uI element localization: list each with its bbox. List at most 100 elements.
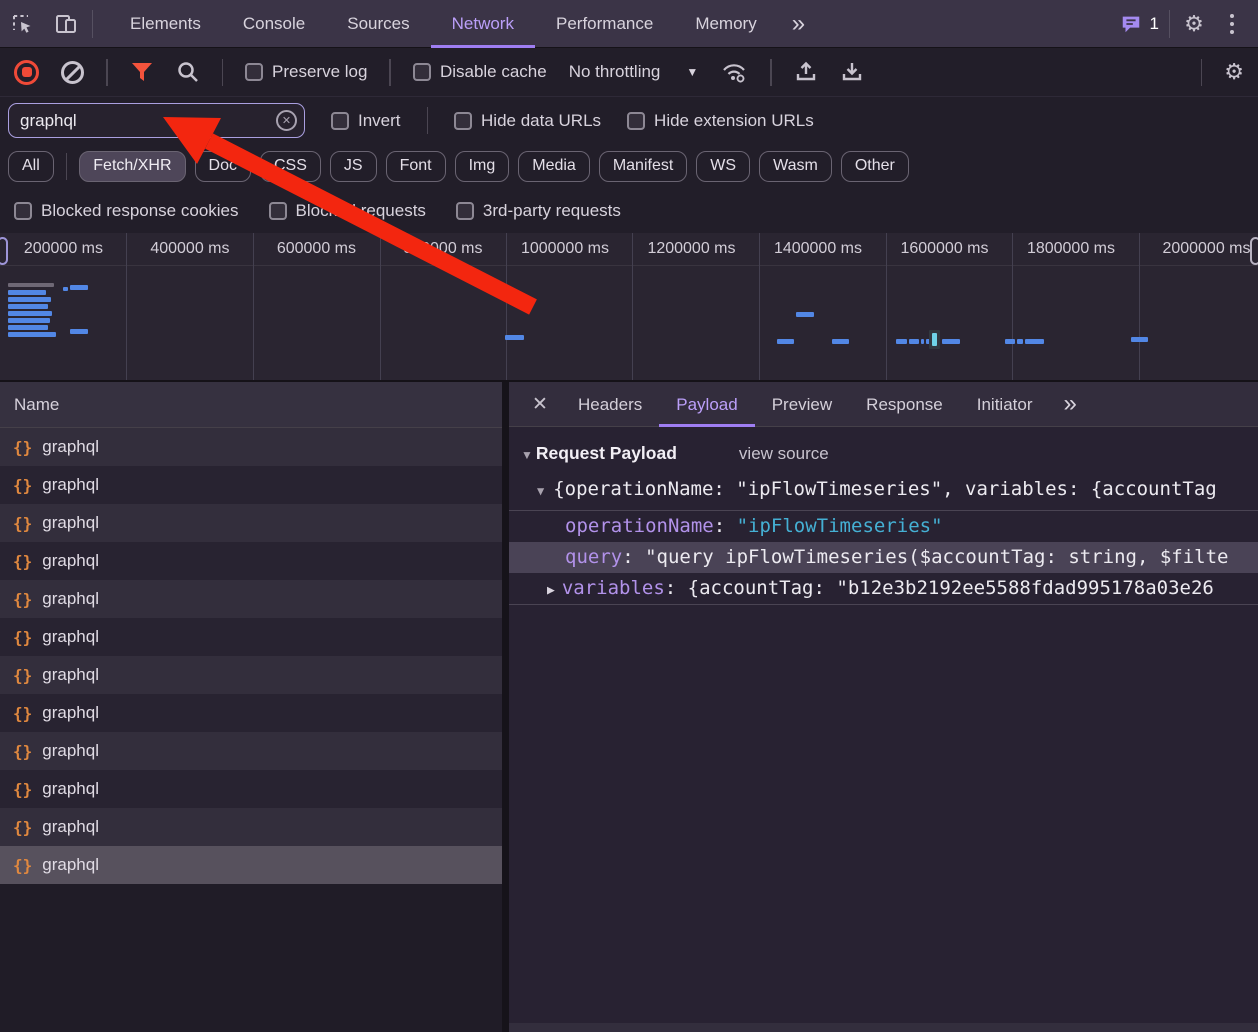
export-har-icon[interactable] [840,48,864,96]
network-conditions-icon[interactable] [720,48,748,96]
request-name: graphql [42,627,99,647]
timeline-tick-label: 200000 ms [0,233,103,265]
chip-wasm[interactable]: Wasm [759,151,832,182]
checkbox[interactable] [456,202,474,220]
json-braces-icon: {} [13,856,32,875]
network-settings-gear-icon[interactable]: ⚙ [1224,48,1244,96]
filter-funnel-icon[interactable] [130,48,154,96]
chip-fetch-xhr[interactable]: Fetch/XHR [79,151,185,182]
expand-triangle-icon[interactable]: ▼ [537,484,544,498]
close-icon[interactable]: ✕ [519,393,561,416]
chip-js[interactable]: JS [330,151,377,182]
request-row[interactable]: {}graphql [0,504,502,542]
detail-tab-headers[interactable]: Headers [561,382,659,427]
invert-checkbox[interactable]: Invert [331,111,401,131]
view-source-link[interactable]: view source [739,444,829,464]
kebab-menu-icon[interactable] [1214,14,1250,34]
more-detail-tabs-icon[interactable]: » [1049,382,1090,426]
tab-console[interactable]: Console [222,0,326,48]
request-row[interactable]: {}graphql [0,846,502,884]
chip-all[interactable]: All [8,151,54,182]
name-column-header[interactable]: Name [0,382,502,428]
request-row[interactable]: {}graphql [0,656,502,694]
panel-resize-handle[interactable] [502,382,509,1032]
chip-css[interactable]: CSS [260,151,321,182]
clear-filter-icon[interactable]: ✕ [276,110,297,131]
chip-media[interactable]: Media [518,151,590,182]
search-icon[interactable] [176,48,200,96]
inspect-element-icon[interactable] [0,0,44,48]
request-row[interactable]: {}graphql [0,732,502,770]
request-row[interactable]: {}graphql [0,808,502,846]
toolbar-divider [222,59,224,86]
json-braces-icon: {} [13,704,32,723]
tab-network[interactable]: Network [431,0,535,48]
timeline-overview[interactable]: 200000 ms400000 ms600000 ms800000 ms1000… [0,233,1258,380]
tab-memory[interactable]: Memory [674,0,777,48]
hide-data-urls-checkbox[interactable]: Hide data URLs [454,111,601,131]
expand-triangle-icon[interactable]: ▶ [547,583,555,598]
chip-img[interactable]: Img [455,151,510,182]
checkbox[interactable] [454,112,472,130]
hide-extension-urls-checkbox[interactable]: Hide extension URLs [627,111,814,131]
waterfall-bar [70,329,88,334]
checkbox[interactable] [331,112,349,130]
detail-tab-payload[interactable]: Payload [659,382,754,427]
chip-ws[interactable]: WS [696,151,750,182]
clear-network-log-icon[interactable] [61,61,84,84]
request-name: graphql [42,551,99,571]
more-tabs-icon[interactable]: » [778,2,819,46]
checkbox[interactable] [14,202,32,220]
json-braces-icon: {} [13,476,32,495]
payload-root-node[interactable]: ▼{operationName: "ipFlowTimeseries", var… [537,478,1258,500]
throttling-dropdown[interactable]: No throttling ▼ [569,62,699,82]
timeline-tick-label: 2000000 ms [1139,233,1251,265]
preserve-log-checkbox[interactable]: Preserve log [245,62,367,82]
detail-tab-initiator[interactable]: Initiator [960,382,1050,427]
request-row[interactable]: {}graphql [0,694,502,732]
chip-other[interactable]: Other [841,151,909,182]
record-network-log-icon[interactable] [14,60,39,85]
detail-tab-response[interactable]: Response [849,382,960,427]
import-har-icon[interactable] [794,48,818,96]
third-party-requests-checkbox[interactable]: 3rd-party requests [456,201,621,221]
request-row[interactable]: {}graphql [0,618,502,656]
request-row[interactable]: {}graphql [0,428,502,466]
disable-cache-checkbox[interactable]: Disable cache [413,62,547,82]
toolbar-divider [106,59,108,86]
request-row[interactable]: {}graphql [0,580,502,618]
chip-font[interactable]: Font [386,151,446,182]
chip-manifest[interactable]: Manifest [599,151,687,182]
tab-elements[interactable]: Elements [109,0,222,48]
collapse-triangle-icon[interactable]: ▼ [521,448,533,462]
payload-row-query[interactable]: query: "query ipFlowTimeseries($accountT… [509,542,1258,573]
issues-message-icon[interactable] [1116,0,1146,48]
blocked-response-cookies-checkbox[interactable]: Blocked response cookies [14,201,239,221]
detail-tab-preview[interactable]: Preview [755,382,849,427]
network-main-area: Name {}graphql{}graphql{}graphql{}graphq… [0,380,1258,1032]
checkbox[interactable] [413,63,431,81]
payload-row-operationname[interactable]: operationName: "ipFlowTimeseries" [509,511,1258,542]
tab-sources[interactable]: Sources [326,0,430,48]
checkbox[interactable] [269,202,287,220]
checkbox[interactable] [627,112,645,130]
checkbox[interactable] [245,63,263,81]
tab-performance[interactable]: Performance [535,0,674,48]
device-toolbar-icon[interactable] [44,0,88,48]
detail-tab-list: HeadersPayloadPreviewResponseInitiator [561,382,1049,427]
timeline-tick-label: 1400000 ms [759,233,862,265]
request-row[interactable]: {}graphql [0,466,502,504]
chip-doc[interactable]: Doc [195,151,251,182]
request-row[interactable]: {}graphql [0,542,502,580]
blocked-requests-checkbox[interactable]: Blocked requests [269,201,426,221]
advanced-filters-row: Blocked response cookies Blocked request… [0,188,1258,233]
settings-gear-icon[interactable]: ⚙ [1174,0,1214,48]
filter-input[interactable] [9,111,304,131]
payload-row-variables[interactable]: ▶variables: {accountTag: "b12e3b2192ee55… [509,573,1258,604]
horizontal-scrollbar[interactable] [509,1023,1258,1032]
timeline-brush-right-handle[interactable] [1250,237,1258,265]
request-row[interactable]: {}graphql [0,770,502,808]
request-payload-section[interactable]: ▼ Request Payload view source [521,443,1258,464]
waterfall-bar [8,297,51,302]
timeline-tick-label: 600000 ms [253,233,356,265]
